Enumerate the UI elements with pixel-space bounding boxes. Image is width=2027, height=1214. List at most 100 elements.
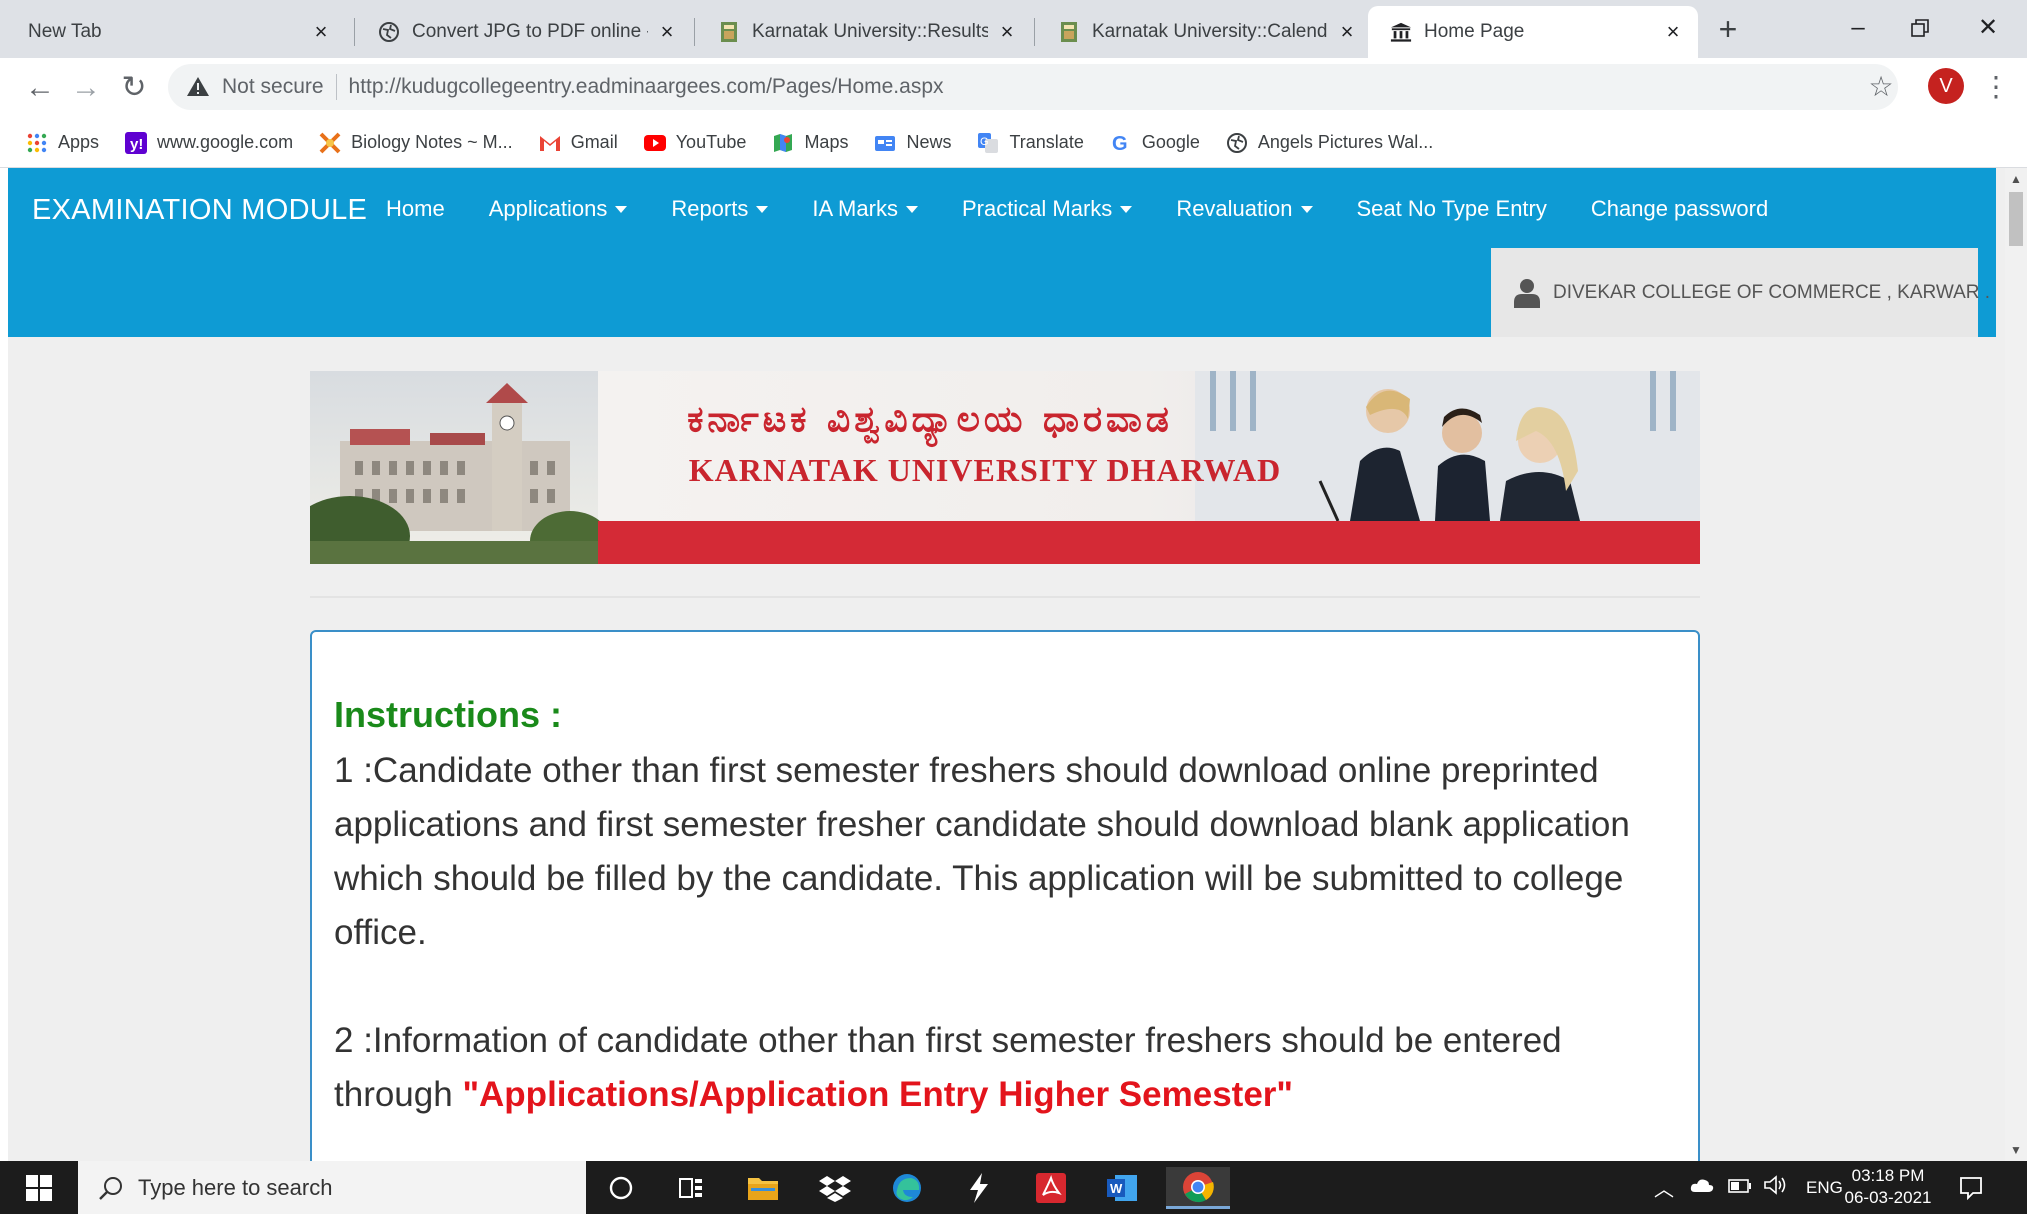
- battery-icon[interactable]: [1728, 1178, 1752, 1198]
- nav-practical-marks[interactable]: Practical Marks: [962, 196, 1133, 222]
- edge-icon[interactable]: [880, 1167, 934, 1209]
- menu-kebab-icon[interactable]: ⋮: [1982, 70, 2010, 104]
- close-icon[interactable]: ×: [310, 21, 332, 43]
- search-icon: [98, 1175, 124, 1201]
- forward-arrow-icon[interactable]: →: [66, 68, 106, 108]
- chrome-icon[interactable]: [1166, 1167, 1230, 1209]
- url-text[interactable]: http://kudugcollegeentry.eadminaargees.c…: [349, 75, 944, 99]
- omnibox-divider: [335, 74, 337, 100]
- instructions-panel: Instructions : 1 :Candidate other than f…: [310, 630, 1700, 1161]
- browser-tab-strip: New Tab × Convert JPG to PDF online - co…: [0, 0, 2027, 58]
- page-scrollbar[interactable]: ▲ ▼: [2005, 168, 2027, 1161]
- bookmark-google[interactable]: G Google: [1110, 132, 1200, 154]
- bookmark-label: Google: [1141, 132, 1200, 152]
- bookmark-apps[interactable]: Apps: [26, 132, 99, 154]
- tab-convert-jpg[interactable]: Convert JPG to PDF online - co ×: [356, 6, 692, 58]
- google-icon: G: [1110, 132, 1132, 154]
- globe-icon: [1226, 132, 1248, 154]
- scroll-down-icon[interactable]: ▼: [2009, 1143, 2023, 1157]
- back-arrow-icon[interactable]: ←: [20, 68, 60, 108]
- close-icon[interactable]: ×: [1662, 21, 1684, 43]
- youtube-icon: [643, 132, 666, 154]
- tab-new-tab[interactable]: New Tab ×: [6, 6, 346, 58]
- file-explorer-icon[interactable]: [736, 1167, 790, 1209]
- reload-icon[interactable]: ↻: [114, 68, 154, 108]
- nav-label: Applications: [488, 196, 608, 221]
- tab-ku-calendar[interactable]: Karnatak University::Calendar c ×: [1036, 6, 1372, 58]
- bookmark-angels-pictures[interactable]: Angels Pictures Wal...: [1226, 132, 1433, 154]
- nav-menu: Home Applications Reports IA Marks Pract…: [386, 196, 1812, 222]
- window-close-icon[interactable]: ✕: [1968, 10, 2008, 46]
- close-icon[interactable]: ×: [1336, 21, 1358, 43]
- bookmark-google-com[interactable]: y! www.google.com: [125, 131, 293, 154]
- banner-english-title: KARNATAK UNIVERSITY DHARWAD: [689, 452, 1281, 488]
- svg-text:W: W: [1110, 1181, 1123, 1196]
- bookmark-translate[interactable]: G Translate: [977, 132, 1084, 154]
- yahoo-icon: y!: [125, 131, 148, 154]
- nav-seat-no-type-entry[interactable]: Seat No Type Entry: [1357, 196, 1547, 222]
- bookmark-label: Maps: [804, 132, 849, 152]
- translate-icon: G: [977, 132, 999, 154]
- user-dropdown[interactable]: DIVEKAR COLLEGE OF COMMERCE , KARWAR .: [1491, 248, 1990, 337]
- nav-change-password[interactable]: Change password: [1591, 196, 1768, 222]
- gmail-icon: [539, 132, 561, 154]
- caret-down-icon: [1120, 205, 1133, 213]
- banner-red-strip: [598, 521, 1700, 564]
- bookmark-youtube[interactable]: YouTube: [643, 132, 746, 154]
- nav-home[interactable]: Home: [386, 196, 445, 222]
- dropbox-icon[interactable]: [808, 1167, 862, 1209]
- restore-icon[interactable]: [1900, 10, 1940, 46]
- nav-applications[interactable]: Applications: [489, 196, 628, 222]
- bookmark-gmail[interactable]: Gmail: [539, 132, 618, 154]
- scroll-up-icon[interactable]: ▲: [2009, 172, 2023, 186]
- new-tab-button[interactable]: +: [1712, 13, 1744, 46]
- site-brand[interactable]: EXAMINATION MODULE: [32, 194, 367, 227]
- chevron-up-icon[interactable]: ︿: [1654, 1173, 1674, 1202]
- apps-grid-icon: [26, 132, 48, 154]
- caret-down-icon: [905, 205, 918, 213]
- nav-label: Reports: [671, 196, 749, 221]
- minimize-icon[interactable]: –: [1838, 10, 1878, 46]
- task-view-icon[interactable]: [664, 1167, 718, 1209]
- winamp-icon[interactable]: [952, 1167, 1006, 1209]
- windows-start-icon[interactable]: [0, 1161, 78, 1214]
- cortana-icon[interactable]: [594, 1167, 648, 1209]
- globe-icon: [378, 21, 400, 43]
- tab-ku-results[interactable]: Karnatak University::Results ×: [696, 6, 1032, 58]
- close-icon[interactable]: ×: [996, 21, 1018, 43]
- bookmark-biology-notes[interactable]: Biology Notes ~ M...: [319, 132, 513, 154]
- content-divider: [310, 596, 1700, 598]
- taskbar-clock[interactable]: 03:18 PM 06-03-2021: [1838, 1165, 1938, 1209]
- bookmark-maps[interactable]: Maps: [772, 132, 848, 154]
- acrobat-icon[interactable]: [1024, 1167, 1078, 1209]
- onedrive-cloud-icon[interactable]: [1690, 1177, 1714, 1198]
- omnibox[interactable]: Not secure http://kudugcollegeentry.eadm…: [168, 64, 1898, 110]
- nav-reports[interactable]: Reports: [671, 196, 769, 222]
- instruction-item-2-highlight: "Applications/Application Entry Higher S…: [462, 1075, 1294, 1114]
- nav-label: Change password: [1590, 196, 1769, 221]
- scrollbar-thumb[interactable]: [2009, 192, 2023, 246]
- bookmark-label: Biology Notes ~ M...: [351, 132, 513, 152]
- bookmark-label: Gmail: [570, 132, 618, 152]
- tab-separator: [694, 18, 695, 46]
- nav-ia-marks[interactable]: IA Marks: [812, 196, 918, 222]
- security-label[interactable]: Not secure: [222, 75, 324, 99]
- building-photo: [310, 371, 610, 564]
- university-banner: ಕರ್ನಾಟಕ ವಿಶ್ವವಿದ್ಯಾಲಯ ಧಾರವಾಡ KARNATAK UN…: [310, 371, 1700, 564]
- nav-label: IA Marks: [812, 196, 898, 221]
- close-icon[interactable]: ×: [656, 21, 678, 43]
- bookmark-news[interactable]: News: [874, 132, 951, 154]
- tab-home-page[interactable]: Home Page ×: [1368, 6, 1698, 58]
- nav-revaluation[interactable]: Revaluation: [1176, 196, 1313, 222]
- word-icon[interactable]: W: [1096, 1167, 1150, 1209]
- profile-avatar[interactable]: V: [1928, 68, 1964, 104]
- system-tray: ︿ ENG: [1654, 1161, 1843, 1214]
- volume-icon[interactable]: [1764, 1175, 1788, 1200]
- bookmark-star-icon[interactable]: ☆: [1866, 72, 1896, 102]
- warning-triangle-icon: [186, 75, 210, 99]
- caret-down-icon: [1300, 205, 1313, 213]
- notifications-icon[interactable]: [1946, 1167, 1996, 1209]
- taskbar-search-input[interactable]: Type here to search: [78, 1161, 586, 1214]
- user-college-name: DIVEKAR COLLEGE OF COMMERCE , KARWAR .: [1553, 281, 1991, 303]
- tab-title: Convert JPG to PDF online - co: [412, 21, 648, 42]
